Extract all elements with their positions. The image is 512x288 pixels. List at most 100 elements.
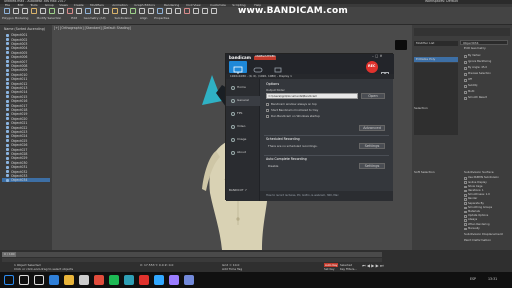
- toolbar-tool-icon[interactable]: [121, 8, 127, 14]
- scene-list-item[interactable]: Object025: [2, 139, 50, 143]
- scene-list-item[interactable]: Object018: [2, 108, 50, 112]
- modifier-list-dropdown[interactable]: Modifier List: [414, 41, 458, 46]
- scene-list-item[interactable]: Object011: [2, 77, 50, 81]
- option-checkbox[interactable]: [464, 79, 467, 82]
- scene-list-item[interactable]: Object007: [2, 59, 50, 64]
- soft-selection-header[interactable]: Soft Selection: [414, 171, 435, 174]
- workspace-label[interactable]: Workspaces: Default: [425, 0, 458, 3]
- scene-list-item[interactable]: Object001: [2, 33, 50, 37]
- option-row[interactable]: Smooth Result: [464, 97, 510, 101]
- start-minimized-checkbox[interactable]: [266, 109, 269, 112]
- ribbon-tab[interactable]: Properties: [154, 17, 169, 20]
- scene-list-item[interactable]: Object021: [2, 121, 50, 125]
- option-checkbox[interactable]: [464, 219, 467, 222]
- scene-list-item[interactable]: Object008: [2, 64, 50, 68]
- option-checkbox[interactable]: [464, 73, 467, 76]
- scheduled-settings-button[interactable]: Settings: [359, 143, 385, 149]
- option-checkbox[interactable]: [464, 189, 467, 193]
- option-checkbox[interactable]: [464, 198, 467, 201]
- option-checkbox[interactable]: [464, 194, 467, 197]
- scene-list-item[interactable]: Object030: [2, 161, 50, 165]
- option-checkbox[interactable]: [464, 215, 467, 218]
- scene-list-item[interactable]: Object004: [2, 46, 50, 50]
- time-slider[interactable]: 0 / 100: [2, 252, 382, 257]
- toolbar-tool-icon[interactable]: [202, 8, 208, 14]
- ribbon-tab[interactable]: Modify Selection: [37, 17, 62, 20]
- time-slider-thumb[interactable]: 0 / 100: [2, 252, 16, 257]
- track-bar[interactable]: [2, 258, 382, 262]
- playback-controls[interactable]: ⏮ ◀ ▶ ▶ ⏭: [360, 262, 408, 270]
- scene-list-item[interactable]: Object020: [2, 117, 50, 121]
- toolbar-tool-icon[interactable]: [67, 8, 73, 14]
- scene-list-item[interactable]: Object012: [2, 81, 50, 86]
- option-checkbox[interactable]: [464, 55, 467, 58]
- toolbar-tool-icon[interactable]: [148, 8, 154, 14]
- scene-list-item[interactable]: Object013: [2, 86, 50, 90]
- option-checkbox[interactable]: [464, 206, 467, 210]
- option-row[interactable]: SubObj: [464, 85, 510, 89]
- discord-icon[interactable]: [184, 275, 194, 285]
- scene-list-item[interactable]: Object031: [2, 165, 50, 169]
- bandicam-icon[interactable]: [139, 275, 149, 285]
- option-checkbox[interactable]: [464, 185, 467, 189]
- toolbar-tool-icon[interactable]: [85, 8, 91, 14]
- scene-list-item[interactable]: Object027: [2, 147, 50, 152]
- toolbar-tool-icon[interactable]: [94, 8, 100, 14]
- auto-complete-settings-button[interactable]: Settings: [359, 163, 385, 169]
- option-checkbox[interactable]: [464, 177, 467, 180]
- option-row[interactable]: By Angle: 45.0: [464, 67, 510, 71]
- edit-geometry-header[interactable]: Edit Geometry: [464, 47, 486, 50]
- window-controls[interactable]: ⎯ ▢ ✕: [372, 55, 383, 59]
- device-mode-tab[interactable]: [269, 61, 287, 73]
- windows-icon[interactable]: [4, 275, 14, 285]
- scene-list-item[interactable]: Object017: [2, 103, 50, 108]
- option-row[interactable]: Manually: [464, 227, 510, 231]
- scene-list-item[interactable]: Object033: [2, 174, 50, 178]
- footer-link[interactable]: How to record lectures, PC, GoPro, & web…: [266, 194, 339, 198]
- toolbar-tool-icon[interactable]: [139, 8, 145, 14]
- add-time-tag[interactable]: Add Time Tag: [222, 268, 242, 271]
- scene-list-item[interactable]: Object023: [2, 130, 50, 134]
- toolbar-tool-icon[interactable]: [175, 8, 181, 14]
- option-row[interactable]: By Vertex: [464, 55, 510, 59]
- clock[interactable]: 13:31: [488, 277, 497, 281]
- scene-list-item[interactable]: Object016: [2, 99, 50, 103]
- bandicam-nav-video[interactable]: Video: [226, 122, 260, 132]
- option-checkbox[interactable]: [464, 97, 467, 100]
- ribbon-tab[interactable]: Geometry (All): [84, 17, 106, 20]
- scene-list-item[interactable]: Object014: [2, 90, 50, 94]
- option-checkbox[interactable]: [464, 227, 467, 231]
- edge-icon[interactable]: [49, 275, 59, 285]
- toolbar-tool-icon[interactable]: [112, 8, 118, 14]
- spotify-icon[interactable]: [109, 275, 119, 285]
- toolbar-tool-icon[interactable]: [4, 8, 10, 14]
- option-row[interactable]: Preview Selection: [464, 73, 510, 77]
- option-checkbox[interactable]: [464, 181, 467, 185]
- search-icon[interactable]: [19, 275, 29, 285]
- scene-list-item[interactable]: Object024: [2, 134, 50, 138]
- toolbar-tool-icon[interactable]: [193, 8, 199, 14]
- toolbar-tool-icon[interactable]: [157, 8, 163, 14]
- scene-list-item[interactable]: Object005: [2, 51, 50, 55]
- game-mode-tab[interactable]: [249, 61, 267, 73]
- ribbon-tab[interactable]: Align: [140, 17, 148, 20]
- option-checkbox[interactable]: [464, 210, 467, 214]
- 3dsmax-icon[interactable]: [124, 275, 134, 285]
- ribbon-tab[interactable]: Polygon Modeling: [2, 17, 28, 20]
- option-row[interactable]: Off: [464, 79, 510, 83]
- toolbar-tool-icon[interactable]: [184, 8, 190, 14]
- bandicam-nav-fps[interactable]: FPS: [226, 109, 260, 119]
- rec-button[interactable]: REC: [366, 61, 378, 73]
- option-row[interactable]: Ignore Backfacing: [464, 61, 510, 65]
- subdivision-surface-header[interactable]: Subdivision Surface: [464, 171, 494, 174]
- toolbar-tool-icon[interactable]: [58, 8, 64, 14]
- toolbar-tool-icon[interactable]: [13, 8, 19, 14]
- scene-list-item[interactable]: Object032: [2, 169, 50, 174]
- bandicam-nav-about[interactable]: About: [226, 148, 260, 158]
- toolbar-tool-icon[interactable]: [31, 8, 37, 14]
- scene-list-item[interactable]: Object006: [2, 55, 50, 59]
- ae-icon[interactable]: [169, 275, 179, 285]
- scene-list-item[interactable]: Object034: [2, 178, 50, 182]
- chrome-icon[interactable]: [94, 275, 104, 285]
- store-icon[interactable]: [79, 275, 89, 285]
